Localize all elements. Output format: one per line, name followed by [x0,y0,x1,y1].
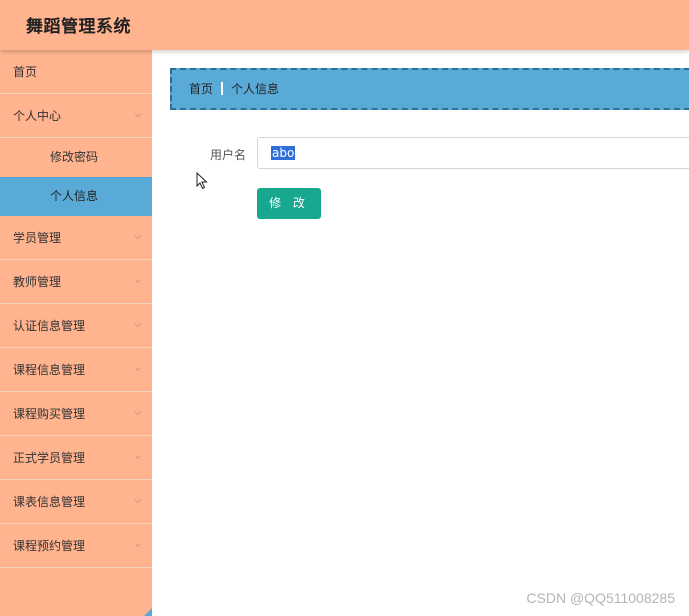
sidebar-item-label: 课表信息管理 [13,495,86,509]
sidebar-item-course-booking[interactable]: 课程预约管理 [0,524,152,568]
sidebar-corner-decoration [144,608,152,616]
sidebar-subitem-personal-info[interactable]: 个人信息 [0,177,152,216]
sidebar-item-label: 学员管理 [13,231,62,245]
sidebar-item-personal-center[interactable]: 个人中心 [0,94,152,138]
sidebar-item-formal-students[interactable]: 正式学员管理 [0,436,152,480]
chevron-down-icon [134,279,142,284]
sidebar-item-label: 课程购买管理 [13,407,86,421]
breadcrumb-separator [221,82,224,95]
username-value: abo [271,146,296,160]
sidebar-item-label: 认证信息管理 [13,319,86,333]
sidebar: 首页 个人中心 修改密码 个人信息 学员管理 教师管理 认证信息管理 课程信息管… [0,50,152,616]
breadcrumb-current: 个人信息 [231,82,280,96]
sidebar-item-teachers[interactable]: 教师管理 [0,260,152,304]
username-label: 用户名 [210,148,247,162]
breadcrumb: 首页 个人信息 [170,68,689,110]
chevron-down-icon [134,323,142,328]
sidebar-item-label: 教师管理 [13,275,62,289]
app-root: 舞蹈管理系统 首页 个人中心 修改密码 个人信息 学员管理 教师管理 认证信息管… [0,0,689,616]
sidebar-item-label: 个人中心 [13,109,62,123]
sidebar-item-label: 首页 [13,65,38,79]
watermark: CSDN @QQ511008285 [526,590,675,606]
app-title: 舞蹈管理系统 [26,17,131,37]
chevron-down-icon [134,411,142,416]
sidebar-item-course-info[interactable]: 课程信息管理 [0,348,152,392]
sidebar-item-schedule-info[interactable]: 课表信息管理 [0,480,152,524]
sidebar-item-home[interactable]: 首页 [0,50,152,94]
chevron-down-icon [134,367,142,372]
sidebar-item-course-purchase[interactable]: 课程购买管理 [0,392,152,436]
top-header: 舞蹈管理系统 [0,0,689,50]
chevron-down-icon [134,235,142,240]
sidebar-item-label: 课程信息管理 [13,363,86,377]
submit-button[interactable]: 修 改 [257,188,321,219]
mouse-pointer-icon [196,172,208,190]
sidebar-item-certification[interactable]: 认证信息管理 [0,304,152,348]
sidebar-item-label: 正式学员管理 [13,451,86,465]
breadcrumb-home-link[interactable]: 首页 [189,82,213,96]
sidebar-item-label: 课程预约管理 [13,539,86,553]
sidebar-subitem-label: 修改密码 [50,150,99,164]
chevron-down-icon [134,543,142,548]
chevron-down-icon [134,455,142,460]
sidebar-subitem-change-password[interactable]: 修改密码 [0,138,152,177]
chevron-down-icon [134,113,142,118]
sidebar-item-students[interactable]: 学员管理 [0,216,152,260]
username-input[interactable]: abo [257,137,689,169]
chevron-down-icon [134,499,142,504]
sidebar-subitem-label: 个人信息 [50,189,99,203]
